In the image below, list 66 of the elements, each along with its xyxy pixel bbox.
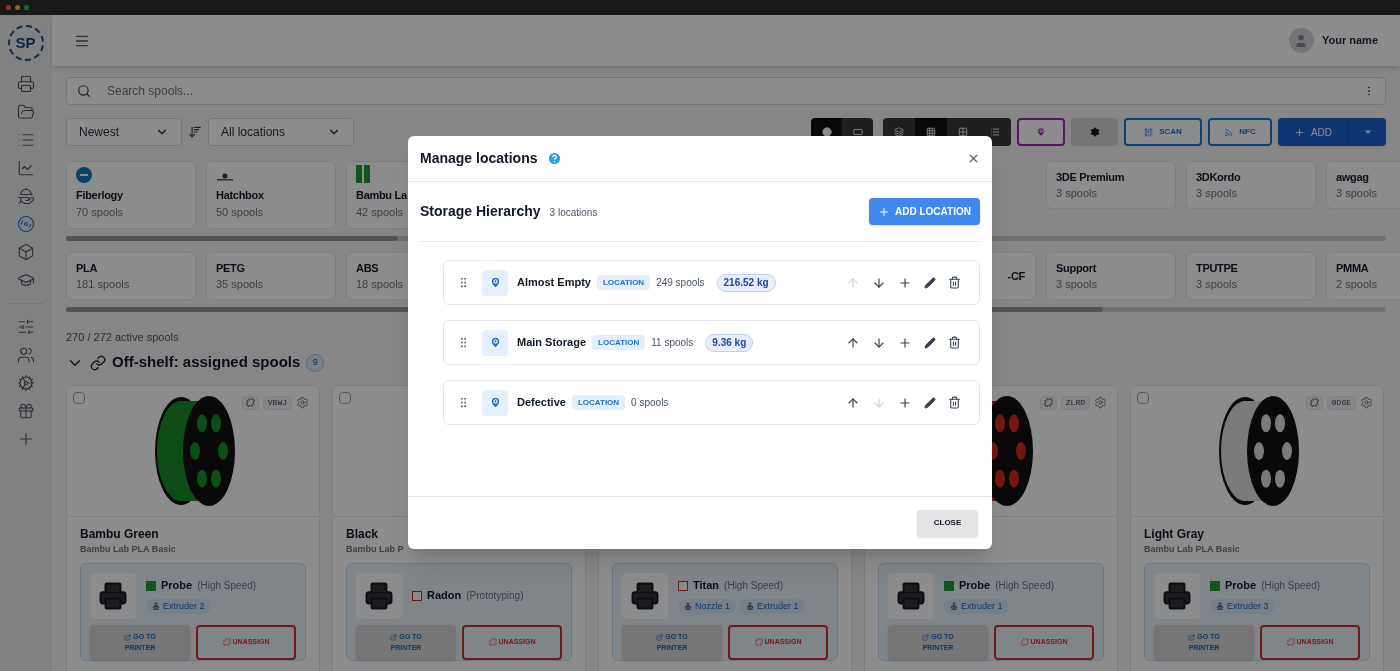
- spool-count: 3 spools: [1056, 186, 1097, 201]
- location-name: Almost Empty: [517, 275, 591, 291]
- printer-name: Probe: [959, 578, 991, 594]
- printer-mode: (High Speed): [724, 579, 783, 593]
- spool-code: 0D6E: [1326, 395, 1356, 410]
- category-name: ABS: [356, 260, 379, 276]
- spool-count: 3 spools: [1196, 186, 1237, 201]
- hierarchy-heading: Storage Hierarchy: [420, 202, 541, 221]
- category-name: Bambu La: [356, 188, 407, 203]
- category-name: Support: [1056, 260, 1097, 276]
- category-name: awgag: [1336, 169, 1369, 185]
- extruder-chip: Nozzle 1: [678, 598, 736, 614]
- spool-count: 50 spools: [216, 204, 264, 220]
- printer-name: Radon: [427, 588, 462, 604]
- spool-count: 18 spools: [356, 277, 404, 292]
- location-spools: 0 spools: [631, 396, 669, 410]
- location-type: LOCATION: [596, 275, 651, 290]
- printer-mode: (High Speed): [197, 579, 257, 593]
- spool-count: 3 spools: [1056, 277, 1097, 292]
- location-spools: 249 spools: [656, 276, 705, 290]
- spool-count: 35 spools: [216, 277, 264, 292]
- category-name: -CF: [1007, 268, 1025, 284]
- weight-badge: 9.36 kg: [705, 333, 754, 352]
- category-name: PMMA: [1336, 260, 1369, 276]
- spool-count: 70 spools: [76, 204, 124, 220]
- category-name: 3DE Premium: [1056, 169, 1125, 185]
- spool-summary: 270 / 272 active spools: [66, 330, 179, 345]
- extruder-chip: Extruder 2: [146, 598, 211, 614]
- category-name: TPUTPE: [1196, 260, 1238, 276]
- location-name: Main Storage: [517, 335, 587, 351]
- dialog-title: Manage locations: [420, 149, 538, 168]
- location-total: 3 locations: [549, 206, 598, 220]
- spool-code: ZLRD: [1060, 395, 1090, 410]
- spool-material: Bambu Lab PLA Basic: [80, 542, 177, 556]
- category-name: Fiberlogy: [76, 188, 123, 203]
- location-spools: 11 spools: [651, 336, 694, 350]
- count-badge: 9: [306, 353, 325, 372]
- printer-name: Probe: [161, 578, 193, 594]
- category-name: Hatchbox: [216, 188, 264, 203]
- printer-mode: (High Speed): [995, 579, 1055, 593]
- section-title: Off-shelf: assigned spools: [112, 352, 301, 373]
- category-name: PLA: [76, 260, 98, 276]
- spool-material: Bambu Lab PLA Basic: [1144, 542, 1241, 556]
- extruder-chip: Extruder 3: [1210, 598, 1275, 614]
- category-name: PETG: [216, 260, 245, 276]
- spool-code: VBWJ: [262, 395, 292, 410]
- spool-count: 181 spools: [76, 277, 130, 292]
- printer-mode: (Prototyping): [466, 589, 524, 603]
- spool-name: Black: [346, 525, 380, 543]
- spool-material: Bambu Lab P: [346, 542, 405, 556]
- spool-count: 42 spools: [356, 204, 404, 220]
- weight-badge: 216.52 kg: [716, 273, 776, 292]
- extruder-chip: Extruder 1: [740, 598, 805, 614]
- spool-name: Light Gray: [1144, 525, 1205, 543]
- printer-name: Probe: [1225, 578, 1257, 594]
- spool-count: 2 spools: [1336, 277, 1377, 292]
- printer-name: Titan: [693, 578, 720, 594]
- spool-count: 3 spools: [1196, 277, 1237, 292]
- spool-count: 3 spools: [1336, 186, 1377, 201]
- printer-mode: (High Speed): [1261, 579, 1321, 593]
- location-type: LOCATION: [592, 335, 646, 350]
- location-name: Defective: [517, 395, 566, 411]
- spool-name: Bambu Green: [80, 525, 160, 543]
- location-type: LOCATION: [571, 395, 626, 410]
- category-name: 3DKordo: [1196, 169, 1241, 185]
- extruder-chip: Extruder 1: [944, 598, 1009, 614]
